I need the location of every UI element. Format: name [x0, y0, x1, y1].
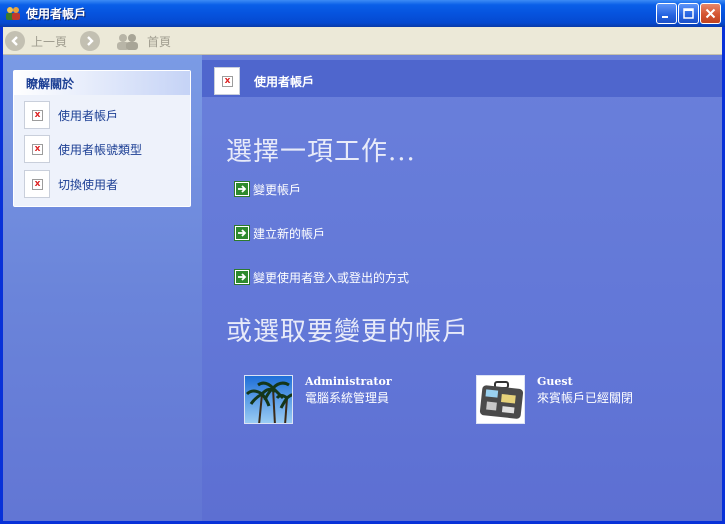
palm-trees-picture — [244, 375, 293, 424]
green-arrow-icon — [234, 181, 250, 197]
broken-image-icon: x — [24, 135, 50, 163]
task-label: 變更使用者登入或登出的方式 — [253, 270, 410, 285]
task-change-logon-method[interactable]: 變更使用者登入或登出的方式 — [234, 268, 409, 286]
close-icon — [705, 8, 716, 19]
home-label: 首頁 — [147, 34, 172, 49]
broken-image-icon: x — [24, 170, 50, 198]
task-change-account[interactable]: 變更帳戶 — [234, 180, 301, 198]
learn-item-label: 使用者帳戶 — [58, 108, 119, 123]
forward-button[interactable] — [80, 30, 100, 52]
learn-item-account-types[interactable]: x 使用者帳號類型 — [24, 135, 189, 163]
forward-arrow-icon — [80, 31, 100, 51]
back-button[interactable]: 上一頁 — [5, 30, 67, 52]
navigation-toolbar: 上一頁 首頁 — [3, 27, 722, 55]
account-name: Administrator — [305, 375, 392, 388]
title-bar[interactable]: 使用者帳戶 — [0, 0, 725, 27]
task-label: 建立新的帳戶 — [253, 226, 326, 241]
window-title: 使用者帳戶 — [26, 7, 87, 21]
back-label: 上一頁 — [31, 34, 68, 49]
maximize-button[interactable] — [678, 3, 699, 24]
back-arrow-icon — [5, 31, 25, 51]
user-accounts-icon — [5, 5, 21, 21]
briefcase-picture — [476, 375, 525, 424]
minimize-icon — [662, 16, 668, 18]
account-description: 來賓帳戶已經關閉 — [537, 391, 634, 405]
pick-account-heading: 或選取要變更的帳戶 — [226, 317, 470, 347]
user-accounts-window: 使用者帳戶 上一頁 首頁 瞭解關於 x 使用者帳戶 x 使用者帳號類型 x 切換… — [0, 0, 725, 524]
close-button[interactable] — [700, 3, 721, 24]
header-title: 使用者帳戶 — [254, 75, 315, 89]
pick-task-heading: 選擇一項工作... — [226, 137, 416, 167]
learn-item-user-accounts[interactable]: x 使用者帳戶 — [24, 101, 189, 129]
account-name: Guest — [537, 375, 573, 388]
broken-image-icon: x — [24, 101, 50, 129]
learn-item-label: 切換使用者 — [58, 177, 119, 192]
learn-item-label: 使用者帳號類型 — [58, 142, 143, 157]
minimize-button[interactable] — [656, 3, 677, 24]
learn-about-heading: 瞭解關於 — [14, 71, 190, 95]
green-arrow-icon — [234, 269, 250, 285]
maximize-icon — [683, 8, 694, 19]
green-arrow-icon — [234, 225, 250, 241]
account-description: 電腦系統管理員 — [305, 391, 390, 405]
task-create-account[interactable]: 建立新的帳戶 — [234, 224, 325, 242]
task-label: 變更帳戶 — [253, 182, 302, 197]
header-band: x 使用者帳戶 — [202, 60, 722, 97]
account-administrator[interactable]: Administrator 電腦系統管理員 — [244, 375, 392, 427]
users-home-icon — [115, 31, 141, 51]
left-task-pane: 瞭解關於 x 使用者帳戶 x 使用者帳號類型 x 切換使用者 — [3, 55, 202, 521]
broken-image-icon: x — [214, 67, 240, 95]
main-content-pane: x 使用者帳戶 選擇一項工作... 變更帳戶 建立新的帳戶 變更使用者登入或登出… — [202, 55, 722, 521]
window-border-left — [0, 27, 3, 524]
home-button[interactable]: 首頁 — [115, 30, 171, 52]
learn-about-panel: 瞭解關於 x 使用者帳戶 x 使用者帳號類型 x 切換使用者 — [13, 70, 191, 207]
account-guest[interactable]: Guest 來賓帳戶已經關閉 — [476, 375, 633, 427]
learn-item-switch-users[interactable]: x 切換使用者 — [24, 170, 189, 198]
